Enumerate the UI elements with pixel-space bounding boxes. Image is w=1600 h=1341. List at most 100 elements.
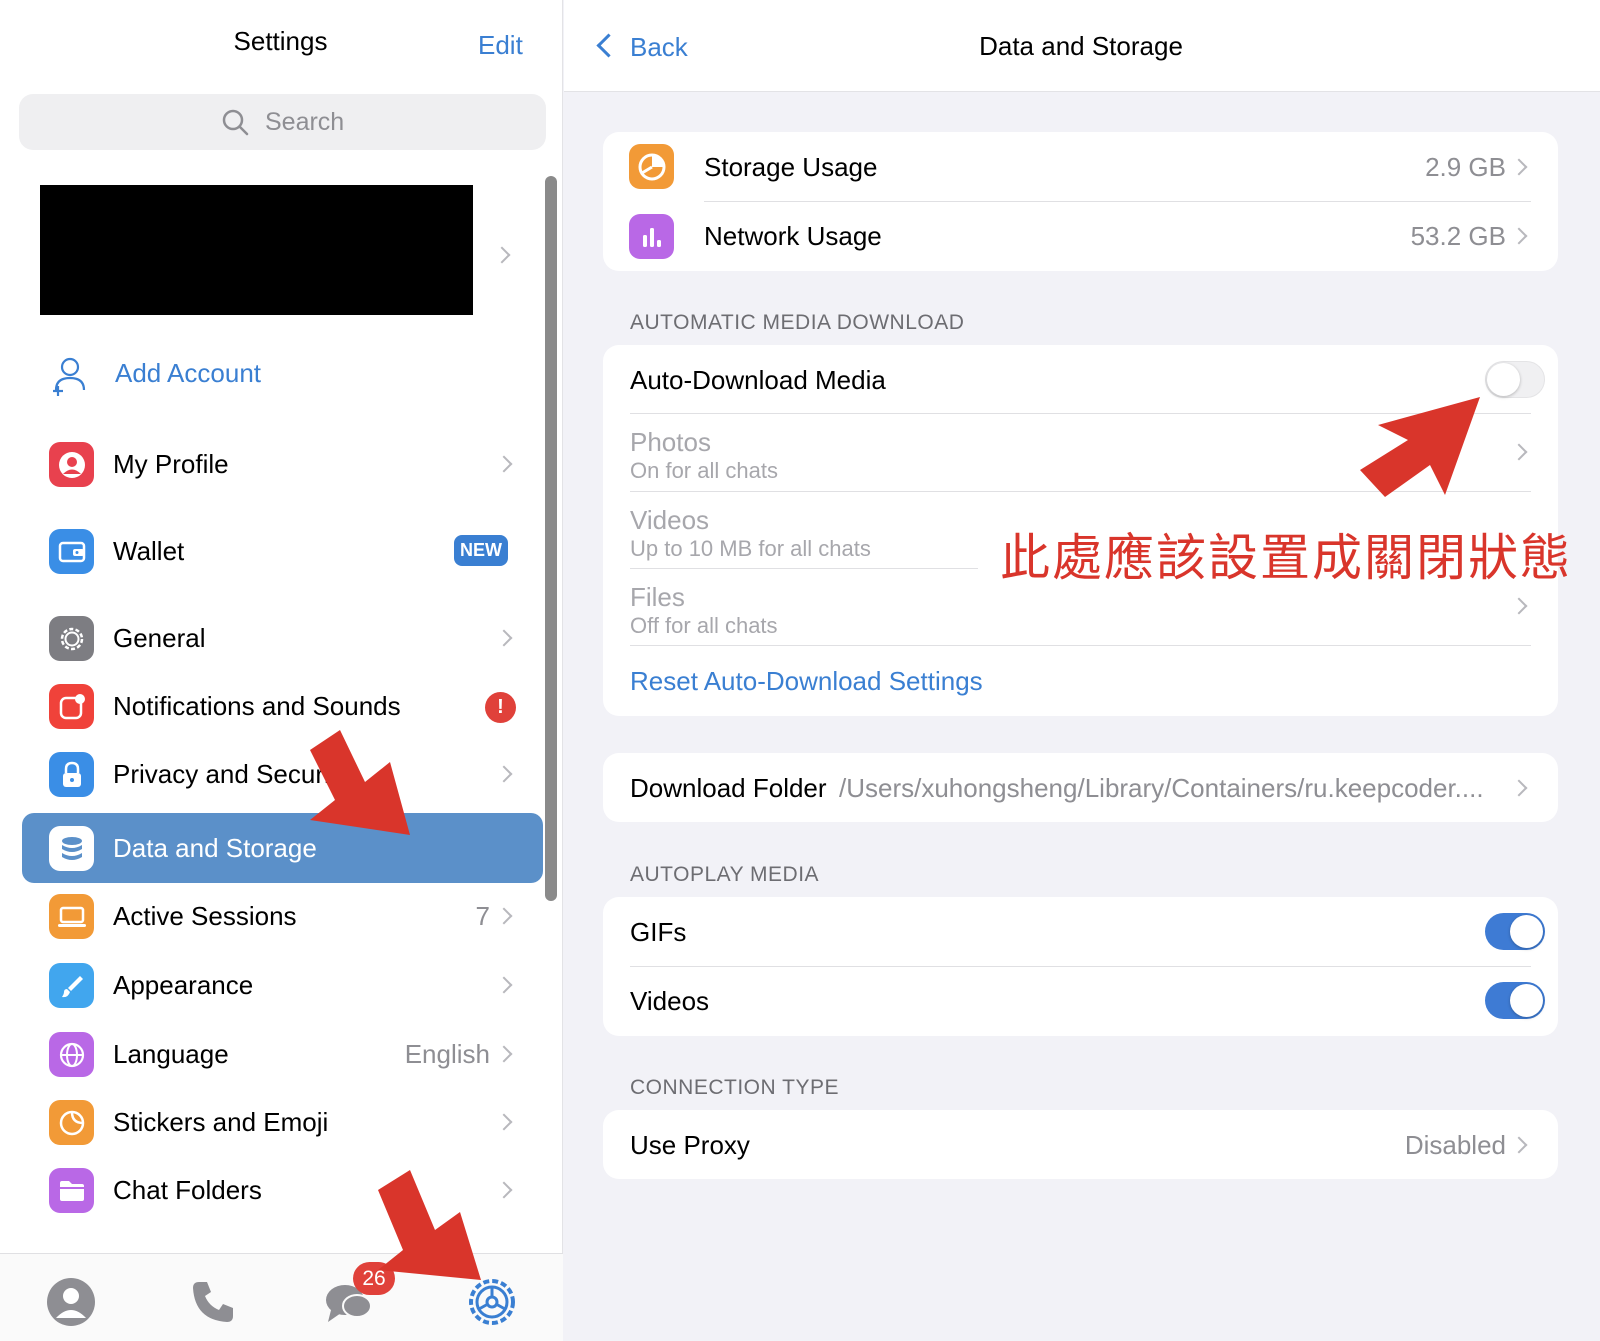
folder-icon [49, 1168, 94, 1213]
gear-icon [49, 616, 94, 661]
chevron-right-icon [495, 1045, 513, 1063]
sidebar-item-notifications[interactable]: Notifications and Sounds ! [0, 671, 563, 741]
chevron-right-icon [495, 629, 513, 647]
laptop-icon [49, 894, 94, 939]
profile-chevron-icon [493, 246, 511, 264]
sidebar-item-language[interactable]: Language English [0, 1019, 563, 1089]
toggle-knob [1510, 915, 1543, 948]
autoplay-card: GIFs Videos [603, 897, 1558, 1036]
gifs-row: GIFs [603, 897, 1558, 967]
lock-icon [49, 752, 94, 797]
gifs-toggle[interactable] [1485, 913, 1545, 950]
red-arrow-toggle-icon [1360, 397, 1480, 497]
use-proxy-row[interactable]: Use Proxy Disabled [603, 1110, 1558, 1179]
sidebar-item-label: Appearance [113, 970, 254, 1000]
gifs-label: GIFs [630, 917, 687, 947]
sessions-count: 7 [475, 901, 490, 931]
reset-auto-download-link[interactable]: Reset Auto-Download Settings [630, 666, 983, 697]
photos-label: Photos [630, 427, 711, 457]
usage-card: Storage Usage 2.9 GB Network Usage 53.2 … [603, 132, 1558, 271]
red-arrow-settings-tab-icon [378, 1170, 481, 1280]
sidebar-item-label: Stickers and Emoji [113, 1107, 329, 1137]
network-usage-row[interactable]: Network Usage 53.2 GB [603, 202, 1558, 271]
sidebar-item-privacy[interactable]: Privacy and Securi [0, 739, 563, 809]
chevron-right-icon [495, 907, 513, 925]
section-header: AUTOMATIC MEDIA DOWNLOAD [630, 311, 965, 334]
download-folder-row[interactable]: Download Folder /Users/xuhongsheng/Libra… [603, 753, 1558, 822]
storage-usage-value: 2.9 GB [1425, 152, 1506, 182]
autoplay-videos-toggle[interactable] [1485, 982, 1545, 1019]
notification-icon [49, 684, 94, 729]
connection-card: Use Proxy Disabled [603, 1110, 1558, 1179]
sidebar-item-label: Language [113, 1039, 229, 1069]
sidebar-item-my-profile[interactable]: My Profile [0, 429, 563, 499]
database-icon [49, 826, 94, 871]
sticker-icon [49, 1100, 94, 1145]
red-arrow-data-storage-icon [310, 730, 410, 835]
sidebar-scrollbar[interactable] [545, 176, 557, 901]
new-badge: NEW [454, 535, 508, 566]
chevron-right-icon [1510, 158, 1528, 176]
chevron-right-icon [495, 976, 513, 994]
add-account-button[interactable]: Add Account [115, 358, 261, 389]
files-sub: Off for all chats [630, 613, 778, 638]
detail-header: Back Data and Storage [564, 0, 1600, 92]
bar-chart-icon [629, 214, 674, 259]
use-proxy-label: Use Proxy [630, 1130, 750, 1160]
sidebar-item-label: Privacy and Securi [113, 759, 330, 789]
section-header: AUTOPLAY MEDIA [630, 863, 820, 886]
add-account-icon [53, 357, 86, 396]
sidebar-item-label: Wallet [113, 536, 185, 566]
chevron-right-icon [495, 765, 513, 783]
sidebar-item-active-sessions[interactable]: Active Sessions 7 [0, 881, 563, 951]
pie-chart-icon [629, 144, 674, 189]
search-placeholder: Search [265, 108, 345, 136]
videos-sub: Up to 10 MB for all chats [630, 536, 871, 561]
toggle-knob [1487, 363, 1520, 396]
chevron-right-icon [1510, 443, 1528, 461]
search-field[interactable]: Search [19, 94, 546, 150]
toggle-knob [1510, 984, 1543, 1017]
brush-icon [49, 963, 94, 1008]
auto-download-toggle[interactable] [1485, 361, 1545, 398]
network-usage-label: Network Usage [704, 221, 882, 251]
download-folder-label: Download Folder [630, 773, 827, 803]
download-folder-path: /Users/xuhongsheng/Library/Containers/ru… [839, 773, 1484, 803]
videos-label: Videos [630, 505, 710, 535]
use-proxy-value: Disabled [1404, 1130, 1506, 1160]
chevron-right-icon [495, 455, 513, 473]
auto-download-label: Auto-Download Media [630, 365, 886, 395]
sidebar-item-label: Data and Storage [113, 833, 317, 863]
person-icon [49, 442, 94, 487]
photos-sub: On for all chats [630, 458, 778, 483]
files-label: Files [630, 582, 685, 612]
search-icon [222, 109, 249, 136]
autoplay-videos-label: Videos [630, 986, 710, 1016]
sidebar-item-label: My Profile [113, 449, 229, 479]
sidebar-item-appearance[interactable]: Appearance [0, 950, 563, 1020]
sidebar-item-label: Chat Folders [113, 1175, 262, 1205]
edit-button[interactable]: Edit [478, 30, 523, 61]
storage-usage-row[interactable]: Storage Usage 2.9 GB [603, 132, 1558, 202]
chevron-right-icon [1510, 1136, 1528, 1154]
chevron-right-icon [1510, 779, 1528, 797]
chevron-right-icon [495, 1181, 513, 1199]
contacts-tab-icon[interactable] [45, 1276, 97, 1328]
network-usage-value: 53.2 GB [1410, 221, 1506, 251]
sidebar-item-wallet[interactable]: Wallet NEW [0, 516, 563, 586]
calls-tab-icon[interactable] [187, 1276, 239, 1328]
reset-row[interactable]: Reset Auto-Download Settings [603, 646, 1558, 716]
wallet-icon [49, 529, 94, 574]
profile-redacted[interactable] [40, 185, 473, 315]
sidebar-item-label: General [113, 623, 206, 653]
sidebar-item-data-storage[interactable]: Data and Storage [0, 813, 563, 883]
sidebar-item-label: Notifications and Sounds [113, 691, 401, 721]
storage-usage-label: Storage Usage [704, 152, 878, 182]
chevron-right-icon [495, 1113, 513, 1131]
sidebar-item-general[interactable]: General [0, 603, 563, 673]
alert-badge: ! [485, 692, 516, 723]
settings-sidebar: Settings Edit Search Add Account My Prof… [0, 0, 563, 1341]
sidebar-item-stickers[interactable]: Stickers and Emoji [0, 1087, 563, 1157]
chevron-right-icon [1510, 597, 1528, 615]
page-title: Data and Storage [979, 31, 1183, 61]
